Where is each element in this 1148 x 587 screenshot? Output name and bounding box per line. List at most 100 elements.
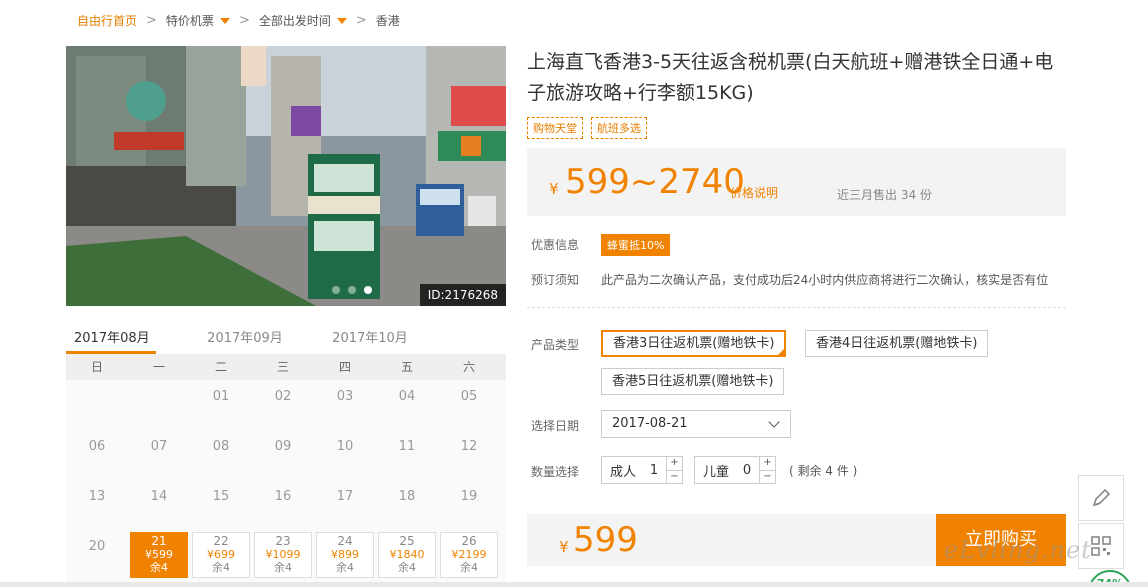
day-price: ¥899 [331, 548, 359, 561]
weekday-tue: 二 [214, 360, 227, 374]
day-stock: 余4 [336, 561, 354, 574]
sold-count: 近三月售出 34 份 [837, 188, 932, 202]
day-stock: 余4 [274, 561, 292, 574]
product-tags: 购物天堂 航班多选 [527, 117, 647, 139]
remaining-stock: ( 剩余 4 件 ) [789, 464, 858, 478]
calendar-day-priced[interactable]: 23 ¥1099 余4 [252, 530, 314, 580]
breadcrumb-home-link[interactable]: 自由行首页 [77, 12, 137, 29]
feedback-button[interactable] [1078, 475, 1124, 521]
weekday-mon: 一 [152, 360, 165, 374]
calendar-day: 12 [460, 439, 478, 454]
day-number: 26 [461, 534, 477, 548]
child-minus-button[interactable]: − [760, 469, 775, 484]
child-quantity-input[interactable]: 0 [735, 463, 759, 478]
child-plus-button[interactable]: + [760, 457, 775, 470]
day-price: ¥1099 [265, 548, 301, 561]
calendar-day: 02 [274, 389, 292, 404]
calendar-day-priced[interactable]: 24 ¥899 余4 [314, 530, 376, 580]
day-number: 23 [275, 534, 291, 548]
calendar-day: 07 [150, 439, 168, 454]
tag-shopping[interactable]: 购物天堂 [527, 117, 583, 139]
calendar-day: 11 [398, 439, 416, 454]
calendar-day-priced[interactable]: 22 ¥699 余4 [190, 530, 252, 580]
tab-month-aug[interactable]: 2017年08月 [66, 322, 156, 354]
day-stock: 余4 [150, 561, 168, 574]
calendar-day: 01 [212, 389, 230, 404]
product-type-option-5day[interactable]: 香港5日往返机票(赠地铁卡) [601, 368, 785, 395]
calendar-day: 08 [212, 439, 230, 454]
calendar-day: 19 [460, 489, 478, 504]
pencil-icon [1092, 488, 1111, 507]
qrcode-icon [1091, 536, 1111, 556]
day-price: ¥699 [207, 548, 235, 561]
notice-label: 预订须知 [531, 273, 580, 287]
bottom-strip [0, 582, 1148, 587]
date-value: 2017-08-21 [612, 416, 688, 431]
weekday-wed: 三 [276, 360, 289, 374]
day-price: ¥1840 [389, 548, 425, 561]
calendar-day: 17 [336, 489, 354, 504]
calendar-weekday-header: 日 一 二 三 四 五 六 [66, 354, 506, 380]
calendar-day-priced-selected[interactable]: 21 ¥599 余4 [128, 530, 190, 580]
product-type-option-3day[interactable]: 香港3日往返机票(赠地铁卡) [601, 330, 787, 357]
calendar-week-row: 20 21 ¥599 余4 22 ¥699 余4 23 ¥1099 余4 24 … [66, 530, 506, 580]
weekday-sun: 日 [90, 360, 103, 374]
day-price: ¥2199 [451, 548, 487, 561]
calendar-week-row: 06 07 08 09 10 11 12 [66, 430, 506, 480]
day-number: 24 [337, 534, 353, 548]
adult-minus-button[interactable]: − [667, 469, 682, 484]
breadcrumb-item-cheap-flights[interactable]: 特价机票 [166, 12, 230, 29]
adult-quantity-input[interactable]: 1 [642, 463, 666, 478]
adult-plus-button[interactable]: + [667, 457, 682, 470]
carousel-dot[interactable] [348, 286, 356, 294]
price-range: 599~2740 [565, 162, 745, 202]
product-title: 上海直飞香港3-5天往返含税机票(白天航班+赠港铁全日通+电子旅游攻略+行李额1… [527, 51, 1054, 104]
day-stock: 余4 [212, 561, 230, 574]
tag-flights[interactable]: 航班多选 [591, 117, 647, 139]
promo-label: 优惠信息 [531, 238, 580, 252]
weekday-fri: 五 [400, 360, 413, 374]
chevron-down-icon [768, 416, 780, 428]
tab-month-sep[interactable]: 2017年09月 [189, 322, 301, 354]
calendar-day: 16 [274, 489, 292, 504]
adult-quantity-stepper: 成人 1 + − [601, 456, 683, 484]
calendar-day: 10 [336, 439, 354, 454]
caret-down-icon [219, 17, 230, 24]
carousel-dot-active[interactable] [364, 286, 372, 294]
calendar-day-priced[interactable]: 25 ¥1840 余4 [376, 530, 438, 580]
day-stock: 余4 [460, 561, 478, 574]
carousel-dots [332, 286, 372, 294]
product-photo[interactable]: ID:2176268 [66, 46, 506, 306]
breadcrumb-item-hongkong: 香港 [375, 14, 400, 28]
breadcrumb-separator: > [146, 13, 157, 28]
child-label: 儿童 [703, 464, 730, 480]
tab-month-oct[interactable]: 2017年10月 [314, 322, 426, 354]
product-type-option-4day[interactable]: 香港4日往返机票(赠地铁卡) [805, 330, 989, 357]
calendar-day [66, 380, 128, 430]
carousel-dot[interactable] [332, 286, 340, 294]
price-calendar: 日 一 二 三 四 五 六 01 02 03 04 05 06 07 08 09… [66, 354, 506, 587]
breadcrumb-separator: > [355, 13, 367, 28]
adult-label: 成人 [610, 464, 637, 480]
child-quantity-stepper: 儿童 0 + − [694, 456, 776, 484]
calendar-day: 20 [88, 539, 106, 554]
calendar-week-row: 01 02 03 04 05 [66, 380, 506, 430]
day-number: 22 [213, 534, 229, 548]
total-currency: ¥ [559, 538, 569, 556]
calendar-week-row: 13 14 15 16 17 18 19 [66, 480, 506, 530]
day-number: 25 [399, 534, 415, 548]
date-select[interactable]: 2017-08-21 [601, 410, 791, 438]
breadcrumb-label: 特价机票 [165, 14, 214, 28]
calendar-day [128, 380, 190, 430]
calendar-day-priced[interactable]: 26 ¥2199 余4 [438, 530, 500, 580]
price-explain-link[interactable]: 价格说明 [730, 184, 778, 201]
breadcrumb-item-departure-time[interactable]: 全部出发时间 [259, 12, 347, 29]
calendar-day: 04 [398, 389, 416, 404]
calendar-day: 09 [274, 439, 292, 454]
price-panel: ¥ 599~2740 价格说明 近三月售出 34 份 [527, 148, 1066, 216]
calendar-day: 05 [460, 389, 478, 404]
breadcrumb-separator: > [238, 13, 250, 28]
caret-down-icon [336, 17, 347, 24]
breadcrumb: 自由行首页 > 特价机票 > 全部出发时间 > 香港 [77, 12, 400, 29]
weekday-sat: 六 [462, 360, 475, 374]
